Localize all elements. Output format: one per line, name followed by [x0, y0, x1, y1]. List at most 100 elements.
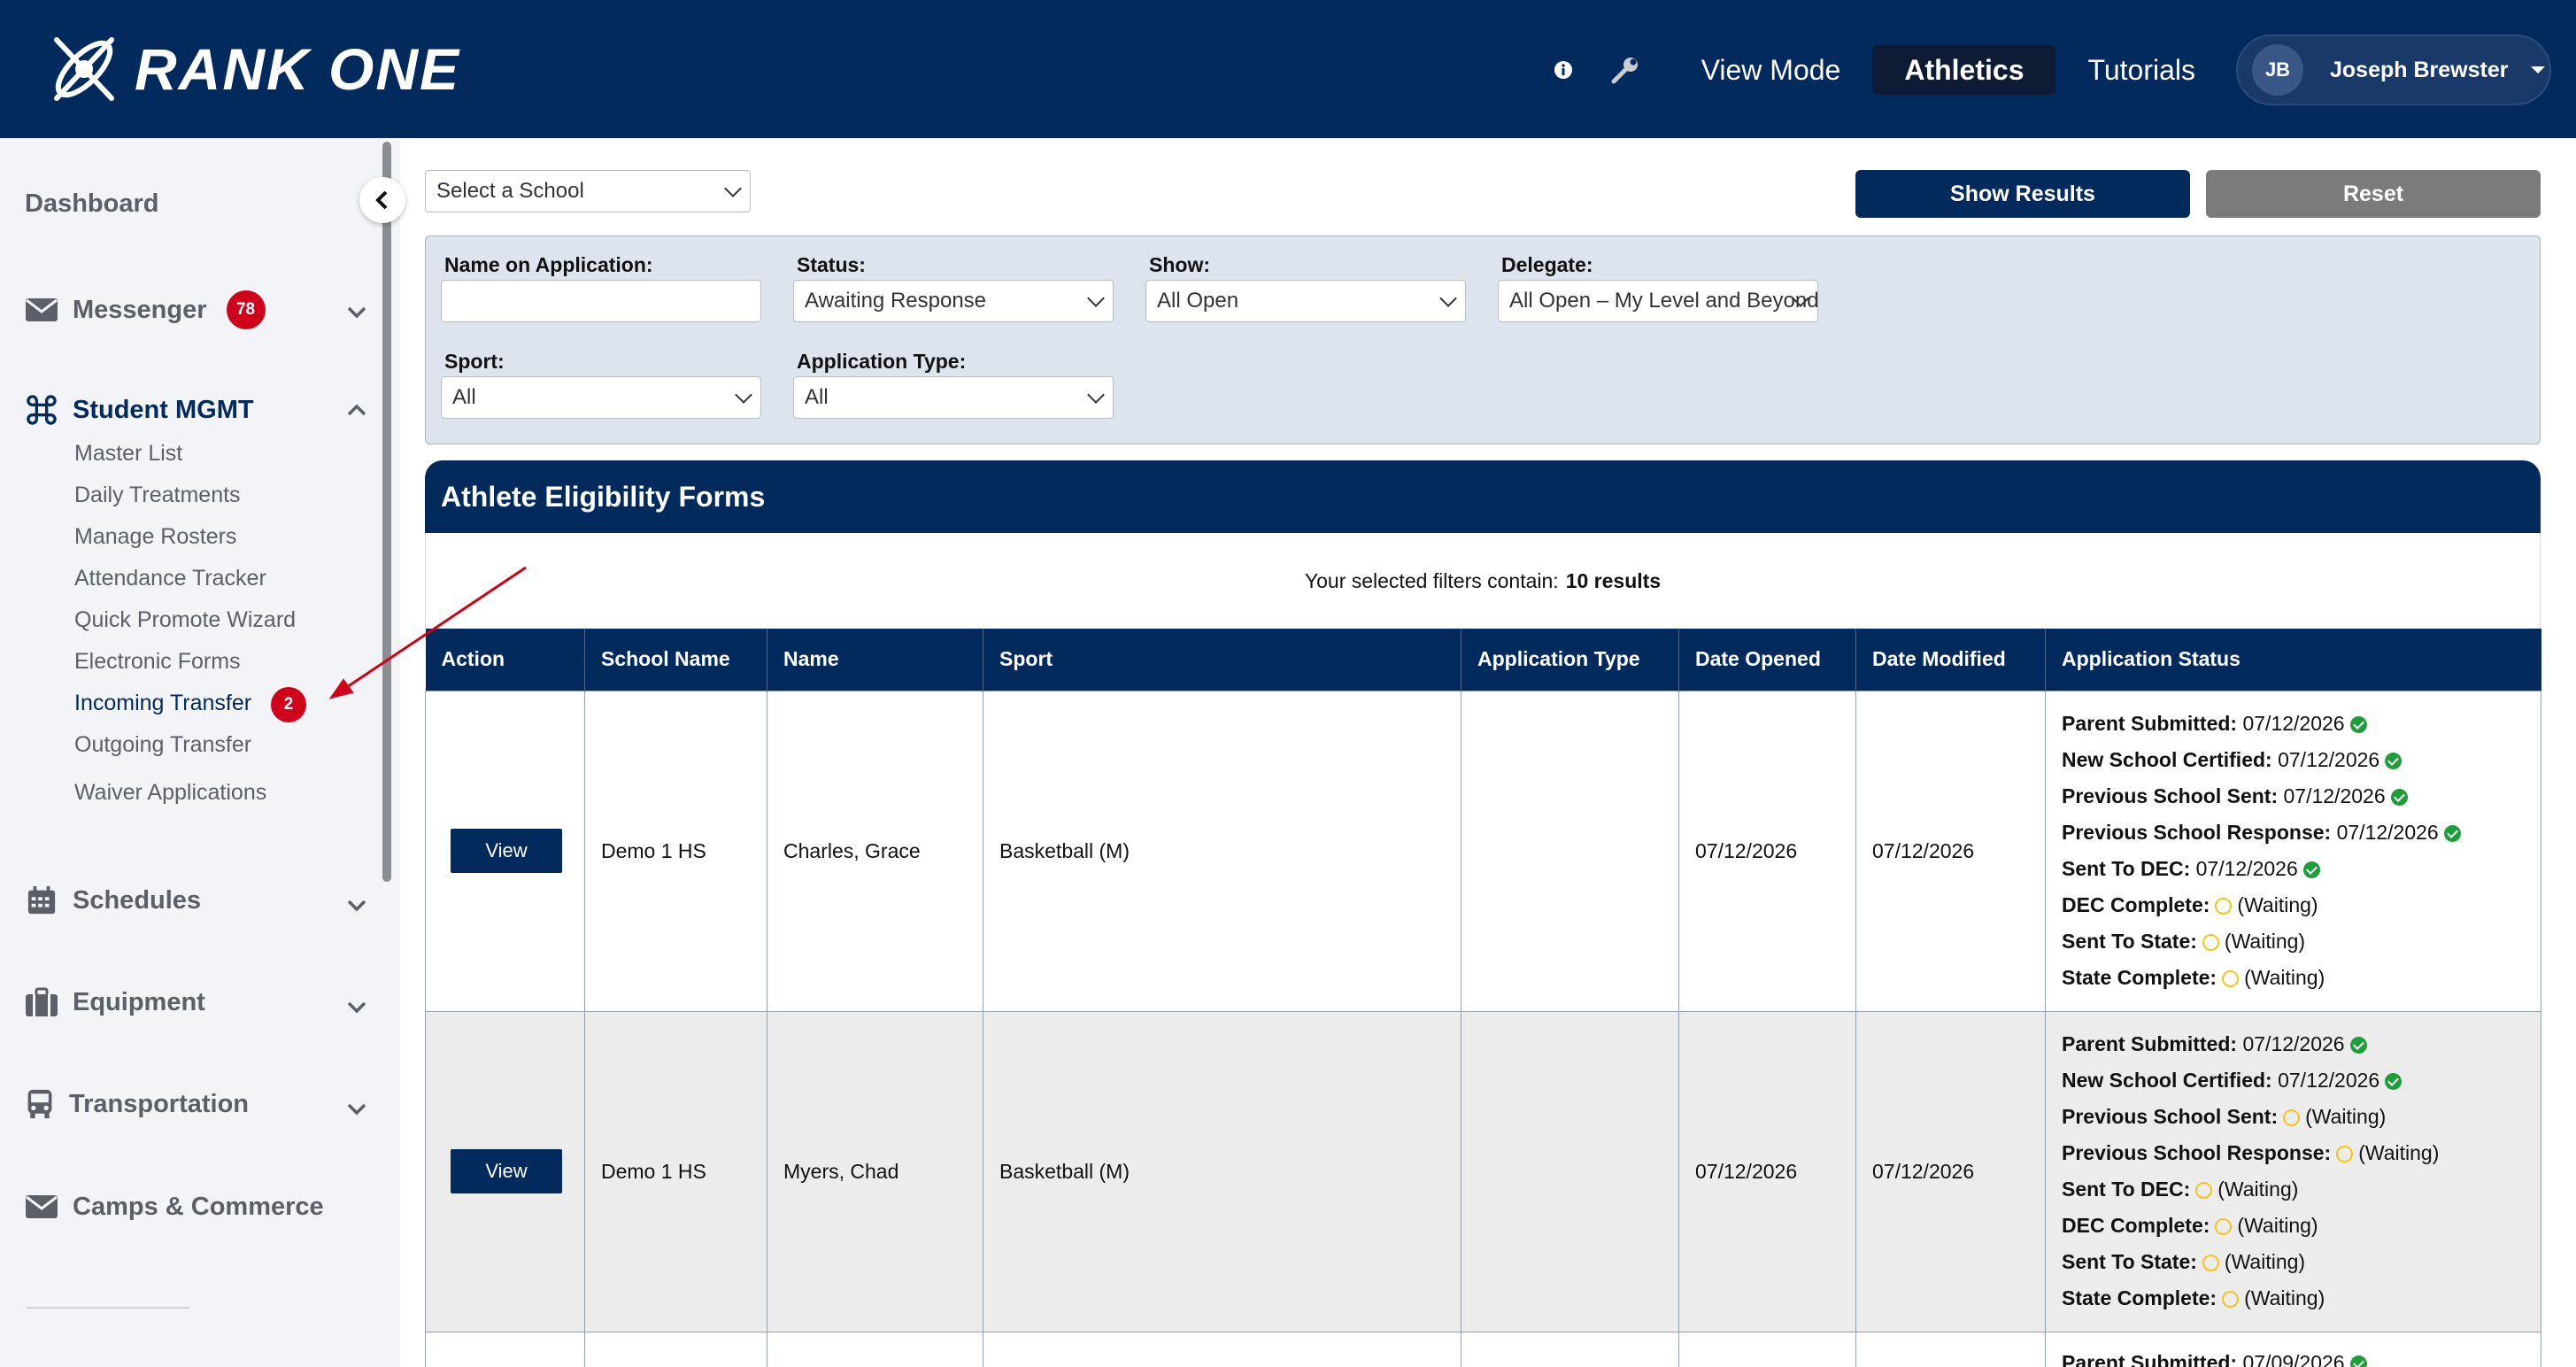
chevron-down-icon[interactable]	[347, 900, 366, 912]
sidebar-subitem-daily-treatments[interactable]: Daily Treatments	[74, 483, 241, 508]
status-value: (Waiting)	[2237, 893, 2318, 916]
col-header-application-type[interactable]: Application Type	[1461, 629, 1679, 691]
chevron-down-icon	[724, 180, 742, 197]
chevron-down-icon[interactable]	[347, 1103, 366, 1116]
forms-section-title: Athlete Eligibility Forms	[425, 460, 2541, 533]
sidebar-subitem-waiver-applications[interactable]: Waiver Applications	[74, 780, 266, 806]
status-value: 07/12/2026	[2242, 1032, 2345, 1055]
col-header-date-modified[interactable]: Date Modified	[1855, 629, 2046, 691]
sidebar-item-schedules[interactable]: Schedules	[25, 885, 201, 915]
view-button[interactable]: View	[451, 1149, 562, 1193]
chevron-down-icon[interactable]	[347, 1001, 366, 1014]
reset-button[interactable]: Reset	[2206, 170, 2541, 218]
status-select[interactable]: Awaiting Response	[793, 280, 1114, 322]
sidebar-subitem-manage-rosters[interactable]: Manage Rosters	[74, 524, 236, 550]
status-value: 07/12/2026	[2278, 1069, 2380, 1092]
messenger-count-badge: 78	[226, 290, 266, 329]
cell-status: Parent Submitted: 07/09/2026	[2045, 1331, 2541, 1367]
cell-date-modified	[1855, 1331, 2046, 1367]
sidebar-subitem-outgoing-transfer[interactable]: Outgoing Transfer	[74, 732, 251, 758]
sidebar-item-dashboard[interactable]: Dashboard	[25, 189, 158, 219]
status-line: Parent Submitted: 07/09/2026	[2062, 1345, 2525, 1367]
sport-select[interactable]: All	[441, 376, 761, 419]
status-label: Sent To DEC:	[2062, 1178, 2191, 1201]
chevron-left-icon	[375, 190, 388, 210]
info-icon[interactable]	[1546, 52, 1581, 88]
brand-logo[interactable]: RANK ONE	[46, 30, 460, 108]
sidebar-item-student-mgmt[interactable]: Student MGMT	[25, 395, 254, 425]
athletics-link[interactable]: Athletics	[1872, 45, 2056, 95]
view-button[interactable]: View	[451, 829, 562, 873]
sidebar-item-camps-commerce[interactable]: Camps & Commerce	[25, 1192, 324, 1222]
sidebar-item-transportation[interactable]: Transportation	[25, 1089, 249, 1119]
status-value: (Waiting)	[2244, 966, 2325, 989]
col-header-date-opened[interactable]: Date Opened	[1678, 629, 1856, 691]
name-on-application-input[interactable]	[441, 280, 761, 322]
wrench-icon[interactable]	[1608, 52, 1643, 88]
sidebar-subitem-attendance-tracker[interactable]: Attendance Tracker	[74, 566, 266, 591]
delegate-select-value: All Open – My Level and Beyond	[1509, 289, 1818, 313]
sidebar-subitem-master-list[interactable]: Master List	[74, 441, 182, 467]
cell-date-opened: 07/12/2026	[1678, 690, 1856, 1012]
cell-status: Parent Submitted: 07/12/2026 New School C…	[2045, 690, 2541, 1012]
col-header-action[interactable]: Action	[425, 629, 585, 691]
show-select[interactable]: All Open	[1145, 280, 1466, 322]
sidebar-subitem-incoming-transfer[interactable]: Incoming Transfer	[74, 691, 251, 716]
status-line: Previous School Sent: 07/12/2026	[2062, 778, 2525, 815]
briefcase-icon	[26, 987, 58, 1016]
delegate-select[interactable]: All Open – My Level and Beyond	[1498, 280, 1818, 322]
sidebar-item-label: Equipment	[73, 987, 205, 1016]
cell-name	[767, 1331, 983, 1367]
waiting-circle-icon	[2215, 898, 2233, 915]
name-on-application-label: Name on Application:	[444, 253, 653, 276]
status-line: Parent Submitted: 07/12/2026	[2062, 706, 2525, 742]
cell-sport	[983, 1331, 1462, 1367]
sidebar-item-messenger[interactable]: Messenger 78	[25, 290, 266, 329]
status-value: 07/12/2026	[2278, 748, 2380, 771]
delegate-label: Delegate:	[1501, 253, 1593, 276]
chevron-down-icon[interactable]	[347, 306, 366, 319]
status-label: Status:	[797, 253, 866, 276]
show-results-button[interactable]: Show Results	[1855, 170, 2190, 218]
eligibility-forms-table: Action School Name Name Sport Applicatio…	[425, 629, 2541, 1367]
cell-name: Myers, Chad	[767, 1010, 983, 1332]
application-type-label: Application Type:	[797, 350, 967, 373]
col-header-school-name[interactable]: School Name	[584, 629, 767, 691]
check-circle-icon	[2302, 861, 2320, 879]
status-line: Sent To State: (Waiting)	[2062, 923, 2525, 960]
results-summary: Your selected filters contain: 10 result…	[425, 533, 2541, 629]
cell-school-name: Demo 1 HS	[584, 1010, 767, 1332]
status-line: Sent To DEC: 07/12/2026	[2062, 851, 2525, 887]
status-label: Previous School Response:	[2062, 1141, 2332, 1164]
status-value: 07/12/2026	[2195, 857, 2298, 880]
status-line: State Complete: (Waiting)	[2062, 1280, 2525, 1317]
col-header-application-status[interactable]: Application Status	[2045, 629, 2541, 691]
status-label: Parent Submitted:	[2062, 712, 2238, 735]
user-name: Joseph Brewster	[2330, 57, 2509, 82]
chevron-down-icon	[735, 386, 752, 404]
sidebar-item-label: Transportation	[69, 1089, 250, 1118]
sidebar-item-equipment[interactable]: Equipment	[25, 987, 205, 1017]
status-value: 07/09/2026	[2242, 1350, 2345, 1367]
table-row: View Demo 1 HS Myers, Chad Basketball (M) 07…	[425, 1010, 2541, 1332]
cell-date-opened: 07/12/2026	[1678, 1010, 1856, 1332]
status-label: Previous School Response:	[2062, 821, 2332, 844]
cell-name: Charles, Grace	[767, 690, 983, 1012]
tutorials-link[interactable]: Tutorials	[2055, 45, 2227, 95]
status-label: DEC Complete:	[2062, 1214, 2210, 1237]
user-menu[interactable]: JB Joseph Brewster	[2236, 35, 2551, 105]
status-label: State Complete:	[2062, 1286, 2217, 1309]
sidebar-subitem-electronic-forms[interactable]: Electronic Forms	[74, 649, 241, 675]
sidebar-collapse-button[interactable]	[359, 177, 405, 223]
school-select[interactable]: Select a School	[425, 170, 751, 212]
waiting-circle-icon	[2283, 1109, 2301, 1127]
sidebar-subitem-quick-promote-wizard[interactable]: Quick Promote Wizard	[74, 607, 296, 633]
calendar-icon	[27, 885, 56, 915]
view-mode-link[interactable]: View Mode	[1670, 45, 1873, 95]
col-header-name[interactable]: Name	[767, 629, 983, 691]
sidebar-scrollbar-thumb[interactable]	[382, 142, 391, 882]
application-type-select[interactable]: All	[793, 376, 1114, 419]
col-header-sport[interactable]: Sport	[983, 629, 1462, 691]
chevron-up-icon[interactable]	[347, 404, 366, 416]
status-label: Previous School Sent:	[2062, 784, 2279, 807]
